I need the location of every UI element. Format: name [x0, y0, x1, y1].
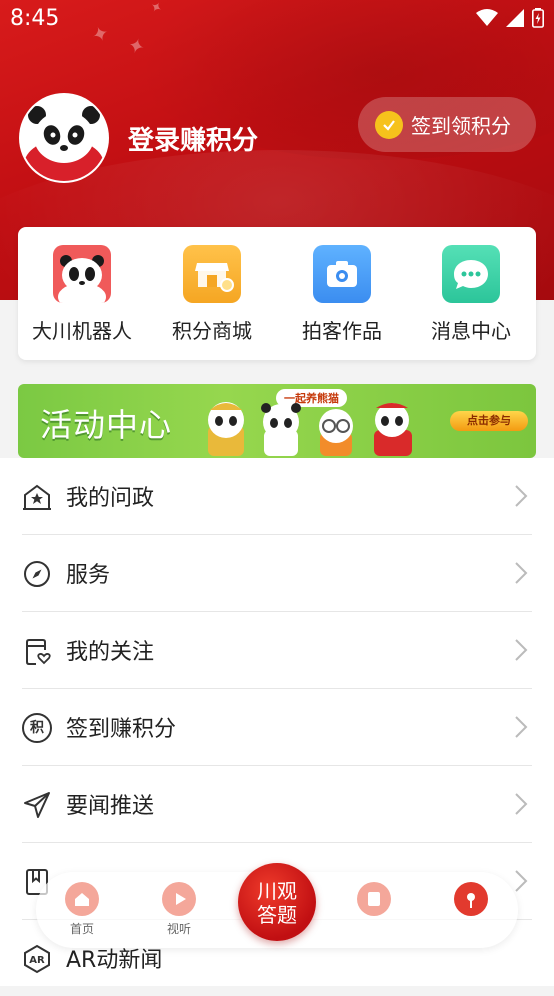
menu-item-my-politics[interactable]: 我的问政: [22, 458, 532, 535]
banner-title: 活动中心: [40, 406, 173, 444]
menu-item-label: 我的问政: [66, 486, 155, 511]
menu-item-my-follow[interactable]: 我的关注: [22, 612, 532, 689]
login-prompt[interactable]: 登录赚积分: [128, 120, 258, 157]
camera-icon: [313, 245, 371, 303]
banner-cta-button[interactable]: 点击参与: [450, 411, 528, 431]
quick-action-label: 拍客作品: [302, 319, 382, 343]
quick-action-label: 积分商城: [172, 319, 252, 343]
menu-item-label: 服务: [66, 563, 111, 588]
nav-video[interactable]: 视听: [149, 882, 209, 937]
chevron-right-icon: [515, 716, 528, 738]
status-bar: 8:45: [0, 0, 554, 40]
chevron-right-icon: [515, 562, 528, 584]
quiz-label-line2: 答题: [257, 903, 297, 927]
ar-icon: AR: [24, 944, 50, 974]
activity-banner[interactable]: 活动中心 一起养熊猫 点击参与: [18, 384, 536, 458]
send-icon: [24, 792, 50, 818]
nav-home-label: 首页: [69, 922, 94, 936]
menu-item-label: 我的关注: [66, 640, 155, 665]
status-time: 8:45: [10, 6, 60, 31]
quick-action-label: 消息中心: [431, 319, 511, 343]
quick-actions-card: 大川机器人 积分商城 拍客作品 消息中心: [18, 227, 536, 360]
service-icon: [357, 882, 391, 916]
sign-in-button[interactable]: 签到领积分: [358, 97, 536, 152]
nav-mine[interactable]: [441, 882, 501, 916]
battery-icon: [532, 8, 544, 28]
check-icon: [375, 110, 403, 139]
quick-action-messages[interactable]: 消息中心: [411, 245, 531, 344]
quick-action-robot[interactable]: 大川机器人: [22, 245, 142, 344]
quiz-center-button[interactable]: 川观 答题: [238, 863, 316, 941]
sign-in-label: 签到领积分: [411, 114, 511, 138]
shop-icon: [183, 245, 241, 303]
chevron-right-icon: [515, 793, 528, 815]
nav-video-label: 视听: [166, 922, 191, 936]
panda-characters-icon: [208, 402, 412, 456]
chevron-right-icon: [515, 870, 528, 892]
panda-robot-icon: [53, 245, 111, 303]
nav-service[interactable]: [344, 882, 404, 916]
mine-icon: [454, 882, 488, 916]
quiz-label-line1: 川观: [257, 879, 297, 903]
panda-avatar-icon: [21, 95, 107, 181]
points-icon: 积: [22, 713, 52, 743]
menu-item-sign-points[interactable]: 积 签到赚积分: [22, 689, 532, 766]
chat-icon: [442, 245, 500, 303]
menu-item-news-push[interactable]: 要闻推送: [22, 766, 532, 843]
menu-item-label: 要闻推送: [66, 794, 155, 819]
signal-icon: [506, 9, 524, 27]
chevron-right-icon: [515, 639, 528, 661]
menu-item-service[interactable]: 服务: [22, 535, 532, 612]
wifi-icon: [476, 9, 498, 26]
status-icons: [476, 8, 544, 28]
compass-icon: [24, 561, 50, 587]
quick-action-photo[interactable]: 拍客作品: [282, 245, 402, 344]
menu-item-label: 签到赚积分: [66, 717, 177, 742]
gov-house-icon: [23, 484, 51, 510]
nav-home[interactable]: 首页: [52, 882, 112, 937]
chevron-right-icon: [515, 485, 528, 507]
quick-action-label: 大川机器人: [32, 319, 132, 343]
avatar[interactable]: [19, 93, 109, 183]
quick-action-shop[interactable]: 积分商城: [152, 245, 272, 344]
home-icon: [65, 882, 99, 916]
play-icon: [162, 882, 196, 916]
ar-icon-text: AR: [29, 955, 45, 966]
follow-heart-icon: [26, 639, 51, 665]
